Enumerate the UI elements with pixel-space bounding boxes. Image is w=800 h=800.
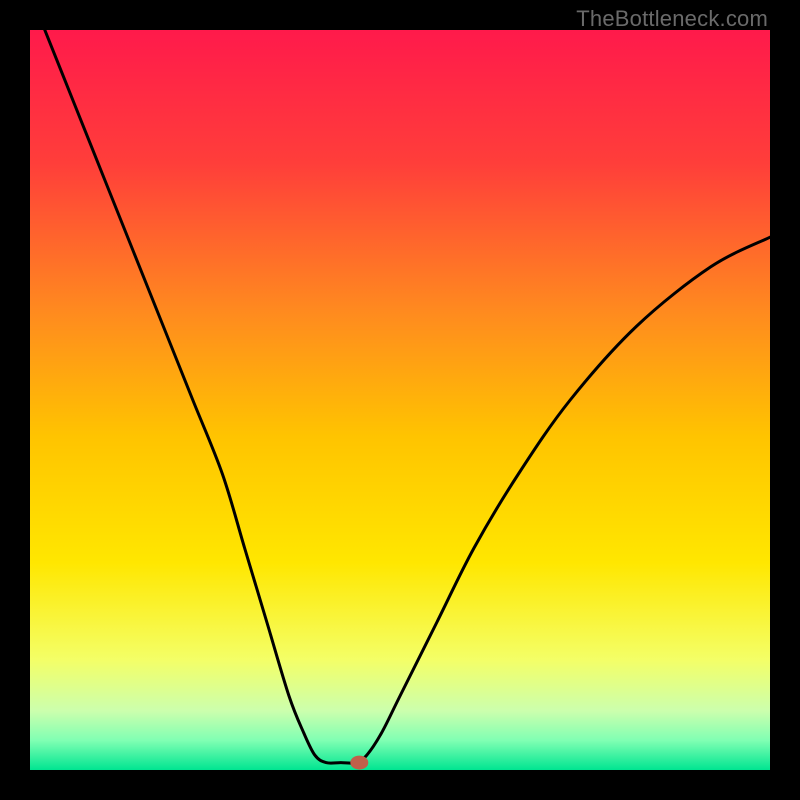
watermark-text: TheBottleneck.com: [576, 6, 768, 32]
optimal-point-marker: [350, 756, 368, 770]
gradient-background: [30, 30, 770, 770]
plot-area: [30, 30, 770, 770]
bottleneck-curve-chart: [30, 30, 770, 770]
chart-frame: TheBottleneck.com: [0, 0, 800, 800]
